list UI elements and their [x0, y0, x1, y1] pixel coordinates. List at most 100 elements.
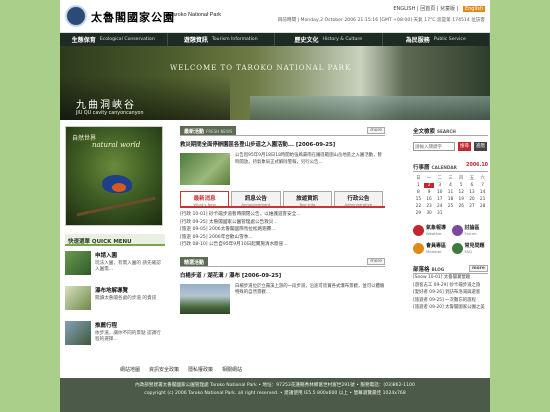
nav-label-cn: 為民服務 [405, 37, 430, 44]
calendar-day[interactable]: 17 [434, 197, 445, 202]
calendar-day[interactable]: 24 [434, 204, 445, 209]
english-button[interactable]: English [462, 6, 485, 12]
news-list-item[interactable]: [行政 09-25] 太魯閣國家公園管理處公告救災... [180, 219, 385, 227]
blog-item[interactable]: [遊客志工 09-29] 砂卡礑步道之旅 [413, 282, 488, 290]
service-label-en: Weather [426, 231, 442, 236]
tab-administrative[interactable]: 行政公告 Administrative [333, 191, 383, 207]
calendar-day[interactable]: 22 [413, 204, 424, 209]
logo-chinese-name[interactable]: 太魯閣國家公園 [91, 9, 175, 25]
news-list-item[interactable]: [行政 08-10] 公告自95年9月10日起實施清水斷崖... [180, 241, 385, 249]
nav-history[interactable]: 歷史文化 History & Culture [275, 33, 383, 46]
faq-icon [451, 242, 463, 254]
quick-menu-title: 瀑布地解導覽 [95, 288, 129, 294]
quick-menu-desc: 閱讀太魯閣各處的步道 的資訊 [95, 296, 157, 301]
calendar-day[interactable]: 10 [434, 190, 445, 195]
blog-more-button[interactable]: more [468, 265, 488, 272]
calendar-day[interactable]: 31 [434, 211, 445, 216]
post-more-button[interactable]: more [367, 257, 385, 265]
service-label-cn: 討論區 [464, 225, 480, 231]
post-headline[interactable]: 白楊步道 / 湖花溝 / 瀑布 [2006-09-25] [180, 271, 385, 279]
nav-ecological[interactable]: 生態保育 Ecological Conservation [60, 33, 168, 46]
footer-link-related[interactable]: 相關網站 [222, 366, 242, 373]
service-member[interactable]: 會員專區 Member [413, 242, 450, 254]
news-tabs: 最新消息 What's New 訊息公告 Announcement 旅遊資訊 Tour… [180, 191, 385, 208]
calendar-day[interactable]: 15 [413, 197, 424, 202]
blog-item[interactable]: [旅遊者 09-25] 一次難忘的旅程 [413, 297, 488, 305]
calendar-day[interactable]: 7 [477, 183, 488, 188]
blog-item[interactable]: [愛好者 09-26] 到訪布洛灣與遊客 [413, 289, 488, 297]
calendar-day[interactable]: 1 [413, 183, 424, 188]
blog-item[interactable]: [旅遊者 09-20] 太魯閣國家公園之美 [413, 304, 488, 312]
calendar-day[interactable]: 26 [456, 204, 467, 209]
calendar-day[interactable]: 11 [445, 190, 456, 195]
news-list-item[interactable]: [行政 10-01] 砂卡礑步道暫時關閉公告，以維護遊客安全... [180, 211, 385, 219]
fresh-news-tag-cn: 最新活動 [184, 129, 205, 135]
logo-english-name: Taroko National Park [170, 12, 222, 18]
calendar-day[interactable]: 20 [467, 197, 478, 202]
search-button[interactable]: 搜尋 [458, 142, 471, 151]
news-headline[interactable]: 救災期間全面停辦園區各登山步道之入園活動... [2006-09-25] [180, 140, 385, 148]
calendar-day[interactable]: 9 [424, 190, 435, 195]
calendar-day[interactable]: 23 [424, 204, 435, 209]
calendar-grid: 日一二三四五六 1 2 3 4 5 6 7 8 9 10 11 12 13 14 15 16 17 18 19 20 21… [413, 175, 488, 216]
news-more-button[interactable]: more [367, 127, 385, 134]
calendar-day[interactable]: 4 [445, 183, 456, 188]
footer-links: 網站地圖 資訊安全政策 隱私權政策 相關網站 [120, 366, 410, 373]
calendar-title-en: CALENDAR [431, 165, 457, 170]
blog-item[interactable]: [Snow 10-01] 太魯閣賞螢趣 [413, 274, 488, 282]
advanced-search-button[interactable]: 進階 [474, 142, 487, 151]
calendar-day[interactable]: 16 [424, 197, 435, 202]
footer-link-privacy[interactable]: 隱私權政策 [188, 366, 213, 373]
footer: 內政部營建署太魯閣國家公園管理處 Taroko National Park • … [60, 378, 490, 412]
news-list-item[interactable]: [旅遊 09-25] 2006年合歡山雪季... [180, 234, 385, 242]
calendar-day[interactable]: 25 [445, 204, 456, 209]
footer-link-sitemap[interactable]: 網站地圖 [120, 366, 140, 373]
footer-link-security[interactable]: 資訊安全政策 [149, 366, 179, 373]
blog-title-en: BLOG [431, 267, 445, 272]
service-faq[interactable]: 常見問題 FAQ [451, 242, 489, 254]
member-icon [413, 242, 424, 254]
calendar-day[interactable]: 21 [477, 197, 488, 202]
post-image[interactable] [180, 283, 230, 314]
park-logo-icon[interactable] [65, 5, 87, 27]
calendar-day[interactable]: 5 [456, 183, 467, 188]
news-image[interactable] [180, 153, 230, 185]
service-shortcuts: 氣象報導 Weather 討論區 Forum 會員專區 Member 常見問題 FAQ [413, 224, 488, 254]
news-list-item[interactable]: [旅遊 09-05] 2006太魯閣國際馬拉松路跑賽... [180, 226, 385, 234]
calendar-day[interactable]: 29 [413, 211, 424, 216]
calendar-day[interactable]: 13 [467, 190, 478, 195]
calendar-day[interactable]: 19 [456, 197, 467, 202]
tab-tour-info[interactable]: 旅遊資訊 Tour Info [282, 191, 332, 207]
quick-menu-item[interactable]: 申請入園 玩法入園，有需入園的 請先確認入園需... [65, 251, 165, 281]
calendar-day[interactable]: 28 [477, 204, 488, 209]
quick-menu-item[interactable]: 瀑布地解導覽 閱讀太魯閣各處的步道 的資訊 [65, 286, 165, 316]
header: 太魯閣國家公園 Taroko National Park ENGLISH | 回… [60, 0, 490, 33]
service-forum[interactable]: 討論區 Forum [451, 224, 489, 236]
calendar-day[interactable]: 14 [477, 190, 488, 195]
natural-world-photo[interactable]: 自然世界 natural world [65, 126, 163, 226]
search-input[interactable] [413, 142, 455, 151]
nav-label-en: History & Culture [322, 37, 363, 42]
calendar-day[interactable]: 30 [424, 211, 435, 216]
service-label-cn: 氣象報導 [426, 225, 447, 231]
tab-whats-new[interactable]: 最新消息 What's New [180, 191, 230, 207]
nav-public-service[interactable]: 為民服務 Public Service [383, 33, 490, 46]
nav-tourism[interactable]: 遊憩資訊 Tourism Information [168, 33, 275, 46]
quick-menu-item[interactable]: 推薦行程 依步道，讓你不同的景點 認識行程的選擇... [65, 321, 165, 351]
calendar-month[interactable]: 2006.10 [466, 163, 488, 168]
main-column: 最新活動 FRESH NEWS more 救災期間全面停辦園區各登山步道之入園活動… [180, 126, 385, 314]
top-links-text[interactable]: ENGLISH | 回首頁 | 兒童版 | [393, 6, 458, 12]
calendar-day[interactable]: 8 [413, 190, 424, 195]
right-column: 全文檢索SEARCH 搜尋 進階 行事曆CALENDAR 2006.10 日一二… [413, 126, 488, 312]
tab-announcement[interactable]: 訊息公告 Announcement [231, 191, 281, 207]
calendar-day[interactable]: 12 [456, 190, 467, 195]
featured-post-header: 精選活動 more [180, 256, 385, 267]
calendar-day[interactable]: 6 [467, 183, 478, 188]
service-label-en: Forum [464, 231, 477, 236]
calendar-day[interactable]: 2 [423, 183, 435, 188]
blog-heading: 部落格 BLOG more [413, 264, 488, 274]
service-weather[interactable]: 氣象報導 Weather [413, 224, 450, 236]
calendar-day[interactable]: 3 [434, 183, 445, 188]
calendar-day[interactable]: 18 [445, 197, 456, 202]
calendar-day[interactable]: 27 [467, 204, 478, 209]
